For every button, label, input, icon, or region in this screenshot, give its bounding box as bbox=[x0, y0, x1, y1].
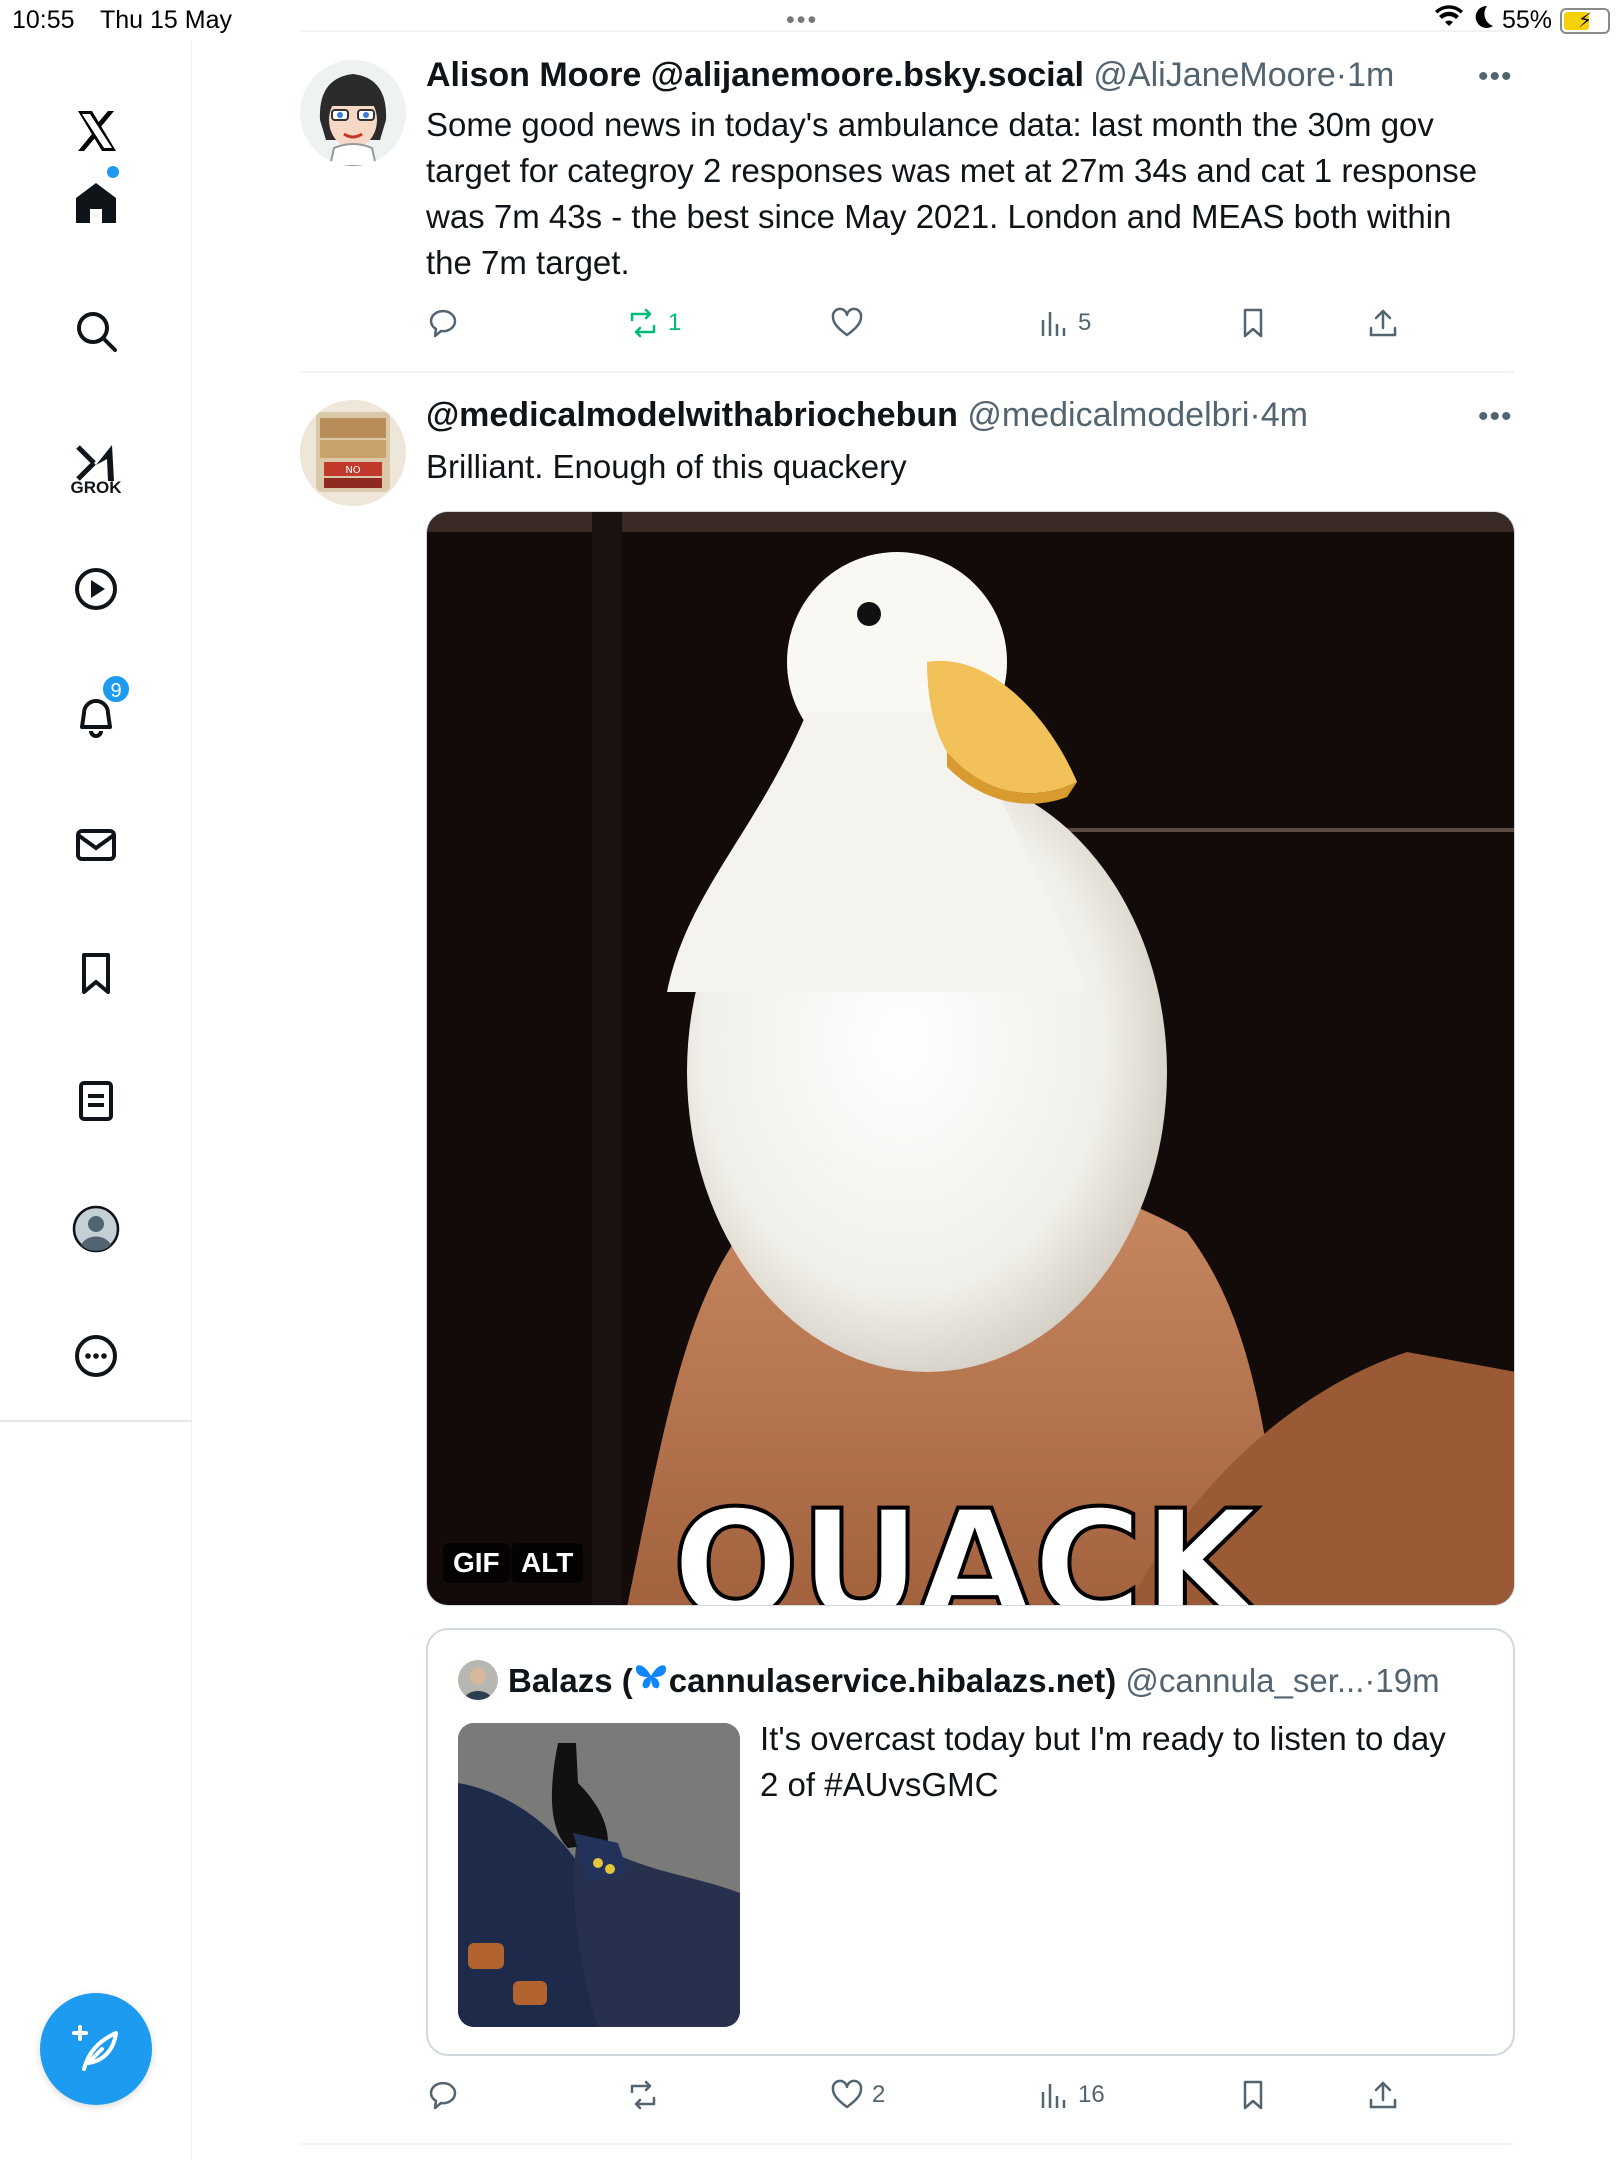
reply-icon bbox=[429, 2081, 457, 2110]
gif-caption: QUACK bbox=[672, 1479, 1264, 1606]
post-text-line: Some good news in today's ambulance data… bbox=[426, 106, 1434, 143]
reply-button[interactable] bbox=[426, 2078, 460, 2112]
post-more-icon[interactable]: ••• bbox=[1478, 400, 1513, 434]
author-name[interactable]: Alison Moore @alijanemoore.bsky.social bbox=[426, 56, 1084, 94]
battery-icon: ⚡ bbox=[1560, 7, 1610, 34]
views-count: 16 bbox=[1078, 2081, 1105, 2108]
quoted-text-line: It's overcast today but I'm ready to lis… bbox=[760, 1720, 1446, 1757]
retweet-button[interactable] bbox=[626, 2078, 660, 2112]
home-unread-dot bbox=[107, 166, 119, 178]
post-actions: 1 5 bbox=[426, 306, 1426, 346]
notifications-bell-icon[interactable]: 9 bbox=[55, 674, 137, 758]
video-play-icon[interactable] bbox=[55, 548, 137, 630]
post-time[interactable]: 4m bbox=[1261, 396, 1308, 434]
home-icon[interactable] bbox=[55, 162, 137, 244]
svg-text:NO: NO bbox=[345, 465, 360, 476]
reply-icon bbox=[429, 309, 457, 338]
notification-badge: 9 bbox=[101, 674, 131, 704]
author-handle[interactable]: @AliJaneMoore bbox=[1093, 56, 1335, 94]
sidebar: GROK 9 bbox=[0, 40, 192, 1422]
heart-icon bbox=[831, 2079, 863, 2109]
date: Thu 15 May bbox=[100, 6, 233, 34]
feather-plus-icon bbox=[72, 2025, 118, 2071]
post-divider bbox=[300, 371, 1514, 373]
bookmark-icon bbox=[1243, 308, 1263, 338]
post-text-line: the 7m target. bbox=[426, 244, 630, 281]
retweet-button[interactable]: 1 bbox=[626, 306, 681, 340]
bookmark-button[interactable] bbox=[1236, 2078, 1270, 2112]
post-header: Alison Moore @alijanemoore.bsky.social @… bbox=[426, 56, 1395, 94]
messages-envelope-icon[interactable] bbox=[55, 804, 137, 886]
heart-icon bbox=[831, 307, 863, 337]
more-options-icon[interactable] bbox=[55, 1315, 137, 1397]
gif-media[interactable]: QUACK GIF ALT bbox=[426, 511, 1515, 1606]
post-text: Some good news in today's ambulance data… bbox=[426, 102, 1516, 286]
views-button[interactable]: 16 bbox=[1036, 2078, 1105, 2112]
quoted-avatar bbox=[458, 1660, 498, 1700]
retweet-icon bbox=[630, 308, 656, 338]
quoted-header: Balazs ( cannulaservice.hibalazs.net) @ca… bbox=[508, 1662, 1440, 1699]
profile-avatar-icon[interactable] bbox=[55, 1188, 137, 1270]
quoted-time: 19m bbox=[1375, 1662, 1440, 1699]
bookmarks-icon[interactable] bbox=[55, 932, 137, 1014]
quoted-photo[interactable] bbox=[458, 1723, 740, 2027]
wifi-icon bbox=[1434, 4, 1464, 37]
like-button[interactable] bbox=[830, 306, 864, 340]
reply-button[interactable] bbox=[426, 306, 460, 340]
top-divider bbox=[300, 30, 1514, 32]
post-header: @medicalmodelwithabriochebun @medicalmod… bbox=[426, 396, 1308, 434]
post-text-line: target for categroy 2 responses was met … bbox=[426, 152, 1478, 189]
gif-badge: GIF bbox=[443, 1543, 510, 1583]
bookmark-icon bbox=[1243, 2080, 1263, 2110]
quoted-text-line: 2 of #AUvsGMC bbox=[760, 1766, 999, 1803]
post-actions: 2 16 bbox=[426, 2078, 1426, 2118]
bookmark-button[interactable] bbox=[1236, 306, 1270, 340]
author-name[interactable]: @medicalmodelwithabriochebun bbox=[426, 396, 958, 434]
duck-gif-image: QUACK bbox=[427, 512, 1514, 1606]
quoted-author-suffix: cannulaservice.hibalazs.net) bbox=[668, 1662, 1117, 1699]
avatar[interactable]: NO bbox=[300, 400, 406, 506]
author-handle[interactable]: @medicalmodelbri bbox=[967, 396, 1249, 434]
share-button[interactable] bbox=[1366, 2078, 1400, 2112]
grok-label: GROK bbox=[70, 478, 122, 497]
views-count: 5 bbox=[1078, 309, 1092, 336]
quoted-post[interactable]: Balazs ( cannulaservice.hibalazs.net) @ca… bbox=[426, 1628, 1515, 2056]
x-logo-icon[interactable] bbox=[55, 90, 137, 172]
quoted-text: It's overcast today but I'm ready to lis… bbox=[760, 1716, 1480, 1808]
search-icon[interactable] bbox=[55, 290, 137, 372]
post-more-icon[interactable]: ••• bbox=[1478, 60, 1513, 94]
moon-icon bbox=[1472, 4, 1494, 37]
post-text: Brilliant. Enough of this quackery bbox=[426, 448, 907, 485]
quoted-author-prefix: Balazs ( bbox=[508, 1662, 633, 1699]
retweet-count: 1 bbox=[668, 309, 682, 336]
views-chart-icon bbox=[1041, 2084, 1066, 2108]
retweet-icon bbox=[630, 2080, 656, 2110]
butterfly-icon bbox=[633, 1662, 669, 1699]
lists-icon[interactable] bbox=[55, 1060, 137, 1142]
share-icon bbox=[1369, 2081, 1397, 2109]
like-count: 2 bbox=[872, 2081, 886, 2108]
avatar[interactable] bbox=[300, 60, 406, 166]
share-icon bbox=[1369, 309, 1397, 337]
status-bar: 10:55 Thu 15 May ••• 55% ⚡ bbox=[0, 0, 1620, 40]
alt-text-button[interactable]: ALT bbox=[511, 1543, 584, 1583]
share-button[interactable] bbox=[1366, 306, 1400, 340]
quoted-handle: @cannula_ser... bbox=[1125, 1662, 1365, 1699]
views-chart-icon bbox=[1041, 312, 1066, 336]
post-text-line: was 7m 43s - the best since May 2021. Lo… bbox=[426, 198, 1452, 235]
views-button[interactable]: 5 bbox=[1036, 306, 1091, 340]
post-divider bbox=[300, 2143, 1514, 2145]
compose-post-button[interactable] bbox=[40, 1993, 152, 2105]
clock: 10:55 bbox=[12, 6, 75, 34]
like-button[interactable]: 2 bbox=[830, 2078, 885, 2112]
post-time[interactable]: 1m bbox=[1347, 56, 1394, 94]
